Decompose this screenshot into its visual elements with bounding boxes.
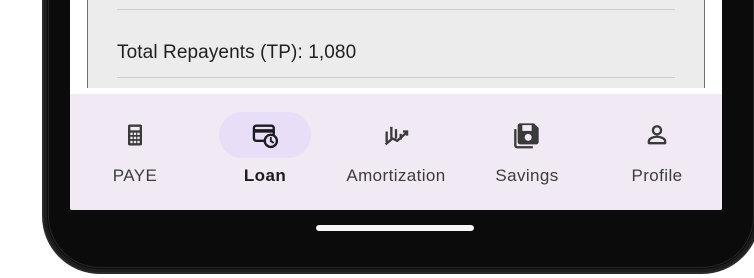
loan-summary-card: Total Repayents (TP): 1,080 [87, 0, 705, 88]
profile-person-icon [643, 121, 671, 149]
home-indicator-bar[interactable] [316, 225, 474, 231]
nav-label-savings: Savings [495, 166, 559, 185]
row-divider [117, 9, 675, 10]
nav-label-amortization: Amortization [346, 166, 446, 185]
nav-item-paye[interactable]: PAYE [70, 94, 200, 210]
nav-item-amortization[interactable]: Amortization [330, 94, 462, 210]
nav-label-profile: Profile [631, 166, 683, 185]
savings-save-icon [513, 121, 541, 149]
nav-item-savings[interactable]: Savings [462, 94, 592, 210]
loan-card-clock-icon [251, 121, 279, 149]
nav-item-profile[interactable]: Profile [592, 94, 722, 210]
phone-stage: Total Repayents (TP): 1,080 PAYE Loan Am… [0, 0, 754, 278]
nav-label-loan: Loan [243, 166, 287, 185]
nav-item-loan[interactable]: Loan [200, 94, 330, 210]
calculator-icon [121, 121, 149, 149]
total-repayments-text: Total Repayents (TP): 1,080 [117, 42, 357, 63]
row-divider [117, 77, 675, 78]
app-screen: Total Repayents (TP): 1,080 PAYE Loan Am… [70, 0, 722, 210]
bottom-navigation-bar: PAYE Loan Amortization Savings Profile [70, 94, 722, 210]
amortization-chart-icon [382, 121, 410, 149]
nav-label-paye: PAYE [112, 166, 158, 185]
